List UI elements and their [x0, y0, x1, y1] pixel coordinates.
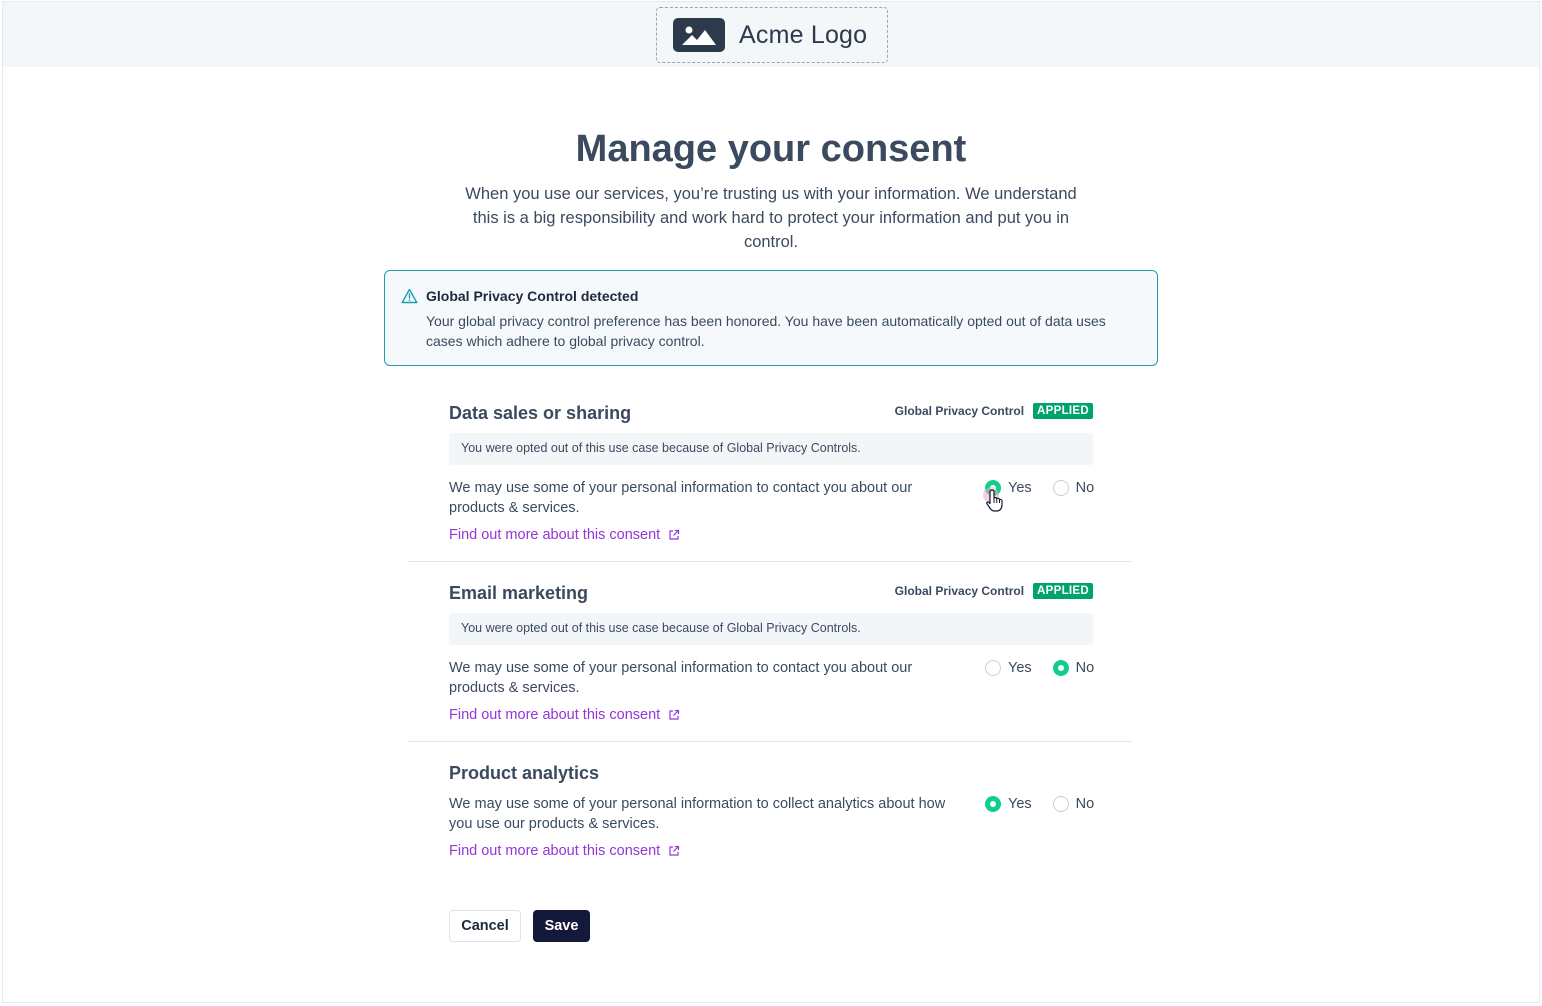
- external-link-icon: [669, 709, 680, 720]
- consent-description: We may use some of your personal informa…: [449, 480, 913, 516]
- find-out-more-link[interactable]: Find out more about this consent: [449, 843, 680, 859]
- warning-triangle-icon: [401, 288, 418, 304]
- gpc-tag-label: Global Privacy Control: [894, 584, 1025, 598]
- logo-text: Acme Logo: [739, 20, 868, 49]
- radio-yes-label: Yes: [1008, 660, 1032, 676]
- consent-radio-group: Yes No: [985, 796, 1094, 812]
- radio-yes-dot[interactable]: [985, 480, 1001, 496]
- consent-radio-group: Yes No: [985, 660, 1094, 676]
- find-out-more-link[interactable]: Find out more about this consent: [449, 707, 680, 723]
- radio-yes-dot[interactable]: [985, 660, 1001, 676]
- consent-title: Data sales or sharing: [449, 403, 632, 423]
- find-out-more-label: Find out more about this consent: [449, 707, 661, 723]
- consent-radio-group: Yes No: [985, 480, 1094, 496]
- radio-yes[interactable]: Yes: [985, 796, 1032, 812]
- cancel-button[interactable]: Cancel: [449, 910, 521, 942]
- radio-no[interactable]: No: [1052, 796, 1095, 812]
- radio-no[interactable]: No: [1052, 660, 1095, 676]
- logo: Acme Logo: [656, 7, 888, 63]
- radio-no-dot[interactable]: [1052, 480, 1069, 496]
- external-link-icon: [669, 529, 680, 540]
- radio-no-label: No: [1075, 796, 1095, 812]
- radio-no-dot[interactable]: [1052, 660, 1069, 676]
- radio-yes-label: Yes: [1008, 480, 1032, 496]
- radio-yes-dot[interactable]: [985, 796, 1001, 812]
- radio-no[interactable]: No: [1052, 480, 1095, 496]
- gpc-alert-title: Global Privacy Control detected: [426, 288, 639, 304]
- gpc-tag-label: Global Privacy Control: [894, 404, 1025, 418]
- gpc-alert-body: Your global privacy control preference h…: [426, 313, 1106, 349]
- optout-note: You were opted out of this use case beca…: [449, 613, 1093, 645]
- applied-badge: APPLIED: [1033, 583, 1093, 599]
- page-subtitle: When you use our services, you’re trusti…: [465, 185, 1077, 251]
- consent-description: We may use some of your personal informa…: [449, 660, 913, 696]
- radio-yes[interactable]: Yes: [985, 660, 1032, 676]
- gpc-tag: Global Privacy Control APPLIED: [895, 403, 1093, 419]
- page-title: Manage your consent: [575, 128, 967, 170]
- consent-section-product-analytics: Product analytics We may use some of you…: [408, 750, 1132, 880]
- find-out-more-link[interactable]: Find out more about this consent: [449, 527, 680, 543]
- optout-note: You were opted out of this use case beca…: [449, 433, 1093, 465]
- radio-no-label: No: [1075, 480, 1095, 496]
- image-icon: [673, 18, 725, 52]
- radio-no-dot[interactable]: [1052, 796, 1069, 812]
- find-out-more-label: Find out more about this consent: [449, 843, 661, 859]
- save-button[interactable]: Save: [533, 910, 590, 942]
- radio-yes[interactable]: Yes: [985, 480, 1032, 496]
- header: Acme Logo: [3, 2, 1539, 67]
- radio-yes-label: Yes: [1008, 796, 1032, 812]
- gpc-alert: Global Privacy Control detected Your glo…: [384, 270, 1158, 366]
- consent-section-data-sales: Data sales or sharing Global Privacy Con…: [408, 390, 1132, 562]
- applied-badge: APPLIED: [1033, 403, 1093, 419]
- external-link-icon: [669, 845, 680, 856]
- consent-title: Product analytics: [449, 763, 600, 783]
- consent-section-email-marketing: Email marketing Global Privacy Control A…: [408, 570, 1132, 742]
- find-out-more-label: Find out more about this consent: [449, 527, 661, 543]
- consent-title: Email marketing: [449, 583, 589, 603]
- consent-description: We may use some of your personal informa…: [449, 796, 946, 832]
- gpc-tag: Global Privacy Control APPLIED: [895, 583, 1093, 599]
- radio-no-label: No: [1075, 660, 1095, 676]
